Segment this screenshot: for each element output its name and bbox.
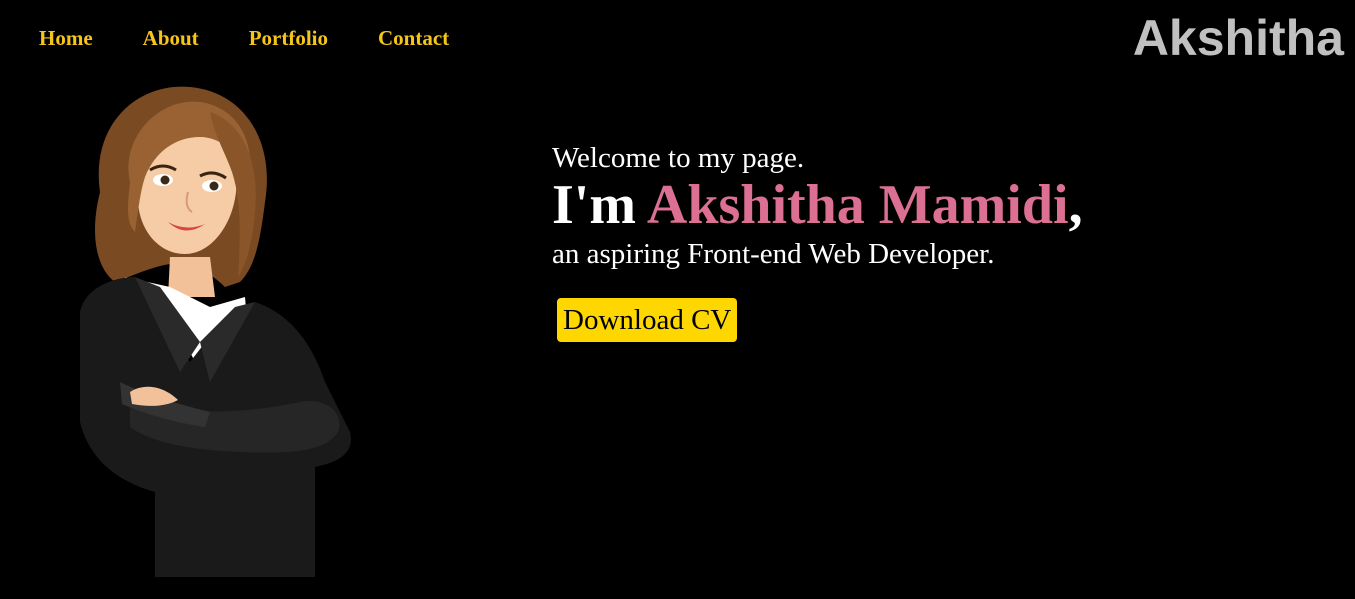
nav-contact[interactable]: Contact — [378, 24, 449, 52]
nav-portfolio[interactable]: Portfolio — [249, 24, 328, 52]
nav-home[interactable]: Home — [39, 24, 93, 52]
headline-name: Akshitha Mamidi — [646, 174, 1069, 236]
page: Home About Portfolio Contact Akshitha We… — [0, 0, 1355, 599]
hero-section: Welcome to my page. I'm Akshitha Mamidi,… — [552, 140, 1083, 342]
main-nav: Home About Portfolio Contact — [39, 24, 499, 52]
headline: I'm Akshitha Mamidi, — [552, 176, 1083, 234]
brand-logo: Akshitha — [1132, 10, 1344, 66]
welcome-text: Welcome to my page. — [552, 142, 805, 174]
businesswoman-illustration — [80, 86, 351, 577]
tagline: an aspiring Front-end Web Developer. — [552, 238, 995, 270]
download-cv-button[interactable]: Download CV — [557, 298, 738, 342]
headline-intro: I'm — [552, 174, 647, 236]
nav-about[interactable]: About — [143, 24, 199, 52]
headline-comma: , — [1068, 174, 1083, 236]
